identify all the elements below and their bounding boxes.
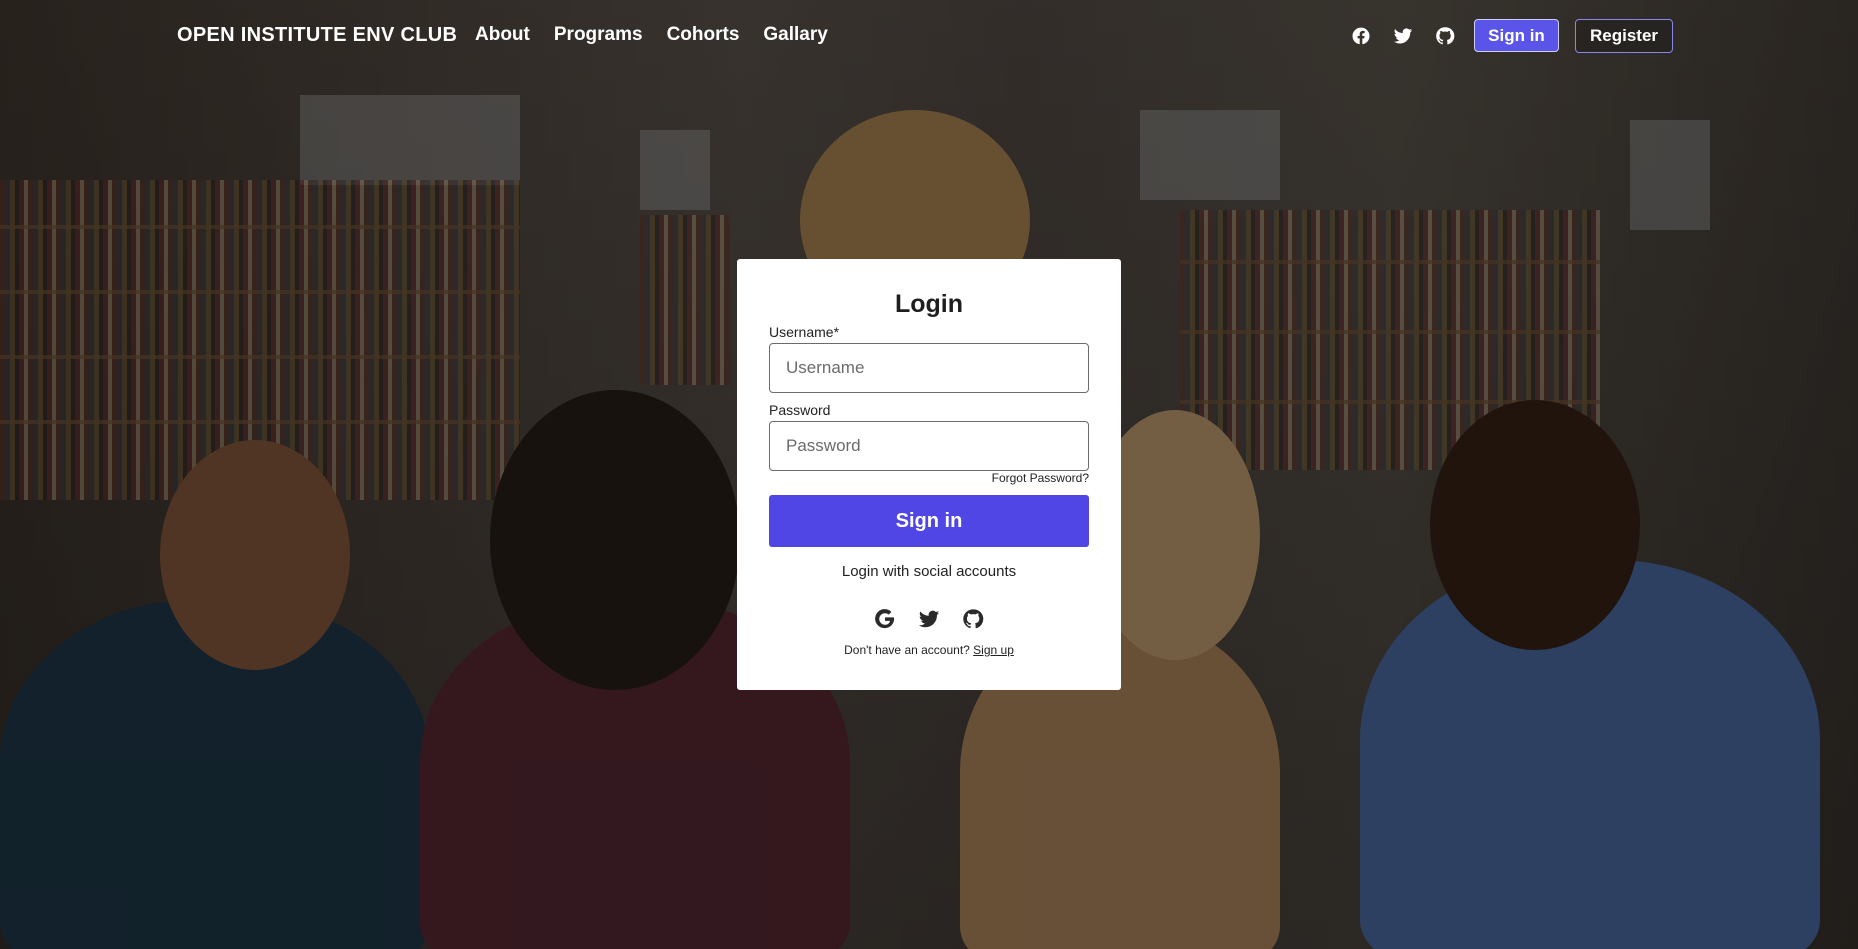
- twitter-icon[interactable]: [918, 608, 940, 630]
- no-account-text: Don't have an account?: [844, 643, 970, 657]
- nav-link-about[interactable]: About: [475, 24, 530, 46]
- login-card: Login Username* Password Forgot Password…: [737, 259, 1121, 690]
- username-input[interactable]: [769, 343, 1089, 393]
- nav-social-icons: [1349, 24, 1456, 47]
- nav-links: About Programs Cohorts Gallary: [475, 24, 828, 46]
- brand-logo[interactable]: OPEN INSTITUTE ENV CLUB: [177, 24, 457, 47]
- password-label: Password: [769, 402, 831, 418]
- social-login-text: Login with social accounts: [841, 563, 1017, 580]
- sign-in-button[interactable]: Sign in: [769, 495, 1089, 547]
- top-navbar: OPEN INSTITUTE ENV CLUB About Programs C…: [0, 0, 1858, 72]
- nav-sign-in-button[interactable]: Sign in: [1474, 19, 1559, 52]
- google-icon[interactable]: [874, 608, 896, 630]
- nav-link-gallary[interactable]: Gallary: [763, 24, 827, 46]
- github-icon[interactable]: [962, 608, 984, 630]
- forgot-password-link[interactable]: Forgot Password?: [992, 471, 1089, 485]
- signup-row: Don't have an account? Sign up: [737, 643, 1121, 657]
- login-title: Login: [894, 290, 964, 318]
- facebook-icon[interactable]: [1349, 24, 1372, 47]
- nav-register-button[interactable]: Register: [1575, 19, 1673, 53]
- nav-link-programs[interactable]: Programs: [554, 24, 643, 46]
- nav-link-cohorts[interactable]: Cohorts: [667, 24, 740, 46]
- sign-up-link[interactable]: Sign up: [973, 643, 1014, 657]
- github-icon[interactable]: [1433, 24, 1456, 47]
- social-login-icons: [737, 608, 1121, 630]
- username-label: Username*: [769, 324, 840, 340]
- password-input[interactable]: [769, 421, 1089, 471]
- twitter-icon[interactable]: [1391, 24, 1414, 47]
